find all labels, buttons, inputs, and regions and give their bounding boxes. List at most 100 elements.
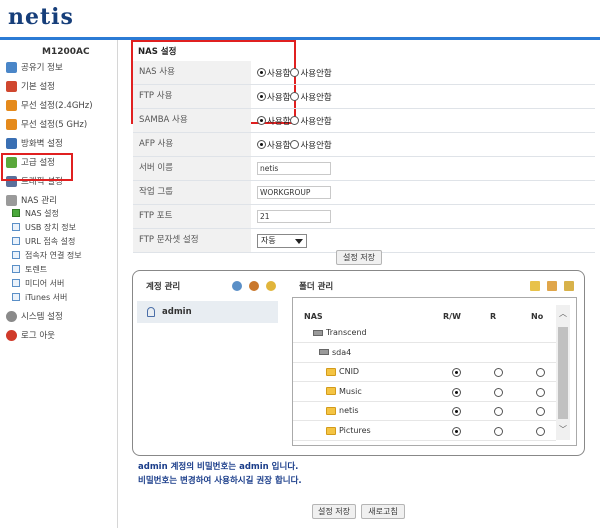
basic-settings-icon xyxy=(6,80,17,92)
account-name: admin xyxy=(162,307,192,317)
sidebar-subitem-0[interactable]: NAS 설정 xyxy=(12,207,59,219)
row-workgroup: 작업 그룹 WORKGROUP xyxy=(133,181,595,205)
scroll-thumb[interactable] xyxy=(558,327,568,419)
col-rw: R/W xyxy=(443,312,461,321)
radio-off[interactable] xyxy=(290,68,300,77)
sidebar-subitem-label: 미디어 서버 xyxy=(25,278,65,288)
radio-off[interactable] xyxy=(290,140,300,149)
row-label: SAMBA 사용 xyxy=(133,109,251,132)
folder-icon xyxy=(326,426,336,435)
page-icon xyxy=(12,223,20,231)
row-label: AFP 사용 xyxy=(133,133,251,156)
radio-on[interactable] xyxy=(257,68,266,77)
delete-folder-icon[interactable] xyxy=(547,281,557,291)
folder-name[interactable]: netis xyxy=(326,406,359,415)
wifi-icon xyxy=(6,99,17,111)
sidebar-subitem-2[interactable]: URL 접속 설정 xyxy=(12,235,75,247)
row-label: 작업 그룹 xyxy=(133,181,251,204)
user-icon xyxy=(147,307,155,317)
radio-off-label: 사용안함 xyxy=(300,92,332,103)
row-samba-enable: SAMBA 사용 사용함 사용안함 xyxy=(133,109,595,133)
folder-label: netis xyxy=(339,406,359,416)
page-icon xyxy=(12,279,20,287)
wifi-icon xyxy=(6,118,17,130)
add-user-icon[interactable] xyxy=(232,281,242,291)
footer-save-button[interactable]: 설정 저장 xyxy=(312,504,356,519)
radio-off-label: 사용안함 xyxy=(300,140,332,151)
model-name: M1200AC xyxy=(42,47,90,57)
password-note-1: admin 계정의 비밀번호는 admin 입니다. xyxy=(138,462,299,472)
radio-on-label: 사용함 xyxy=(267,140,291,151)
radio-on[interactable] xyxy=(257,116,266,125)
radio-off-label: 사용안함 xyxy=(300,68,332,79)
refresh-button[interactable]: 새로고침 xyxy=(361,504,405,519)
scroll-up-icon[interactable]: ︿ xyxy=(559,308,567,319)
col-nas: NAS xyxy=(304,312,323,321)
account-title: 계정 관리 xyxy=(146,282,181,292)
sidebar-item-1[interactable]: 기본 설정 xyxy=(6,79,55,93)
radio-on-label: 사용함 xyxy=(267,68,291,79)
sidebar-subitem-6[interactable]: iTunes 서버 xyxy=(12,291,67,303)
folder-name[interactable]: Transcend xyxy=(313,328,367,337)
sidebar-subitem-label: USB 장치 정보 xyxy=(25,222,76,232)
sidebar-item-label: 시스템 설정 xyxy=(21,312,63,322)
sidebar-bottom-item-1[interactable]: 로그 아웃 xyxy=(6,328,55,342)
folder-scrollbar[interactable]: ︿ ﹀ xyxy=(556,305,570,440)
scroll-down-icon[interactable]: ﹀ xyxy=(559,424,567,435)
sidebar-subitem-1[interactable]: USB 장치 정보 xyxy=(12,221,76,233)
sidebar-item-label: 기본 설정 xyxy=(21,82,55,92)
sidebar-bottom-item-0[interactable]: 시스템 설정 xyxy=(6,309,63,323)
radio-on[interactable] xyxy=(257,140,266,149)
row-ftp-enable: FTP 사용 사용함 사용안함 xyxy=(133,85,595,109)
perm-no-radio[interactable] xyxy=(536,387,545,397)
ftp-port-input[interactable]: 21 xyxy=(257,210,331,223)
row-label: FTP 사용 xyxy=(133,85,251,108)
radio-off[interactable] xyxy=(290,92,300,101)
sidebar-subitem-5[interactable]: 미디어 서버 xyxy=(12,277,64,289)
page-icon xyxy=(12,237,20,245)
add-folder-icon[interactable] xyxy=(530,281,540,291)
sidebar-item-0[interactable]: 공유기 정보 xyxy=(6,60,63,74)
firewall-icon xyxy=(6,137,17,149)
radio-off[interactable] xyxy=(290,116,300,125)
delete-user-icon[interactable] xyxy=(249,281,259,291)
page-icon xyxy=(12,251,20,259)
folder-name[interactable]: Pictures xyxy=(326,426,371,435)
row-label: FTP 포트 xyxy=(133,205,251,228)
radio-on[interactable] xyxy=(257,92,266,101)
sidebar-item-4[interactable]: 방화벽 설정 xyxy=(6,136,63,150)
sidebar-subitem-3[interactable]: 접속자 연결 정보 xyxy=(12,249,82,261)
sidebar-item-label: 무선 설정(2.4GHz) xyxy=(21,101,93,111)
sidebar-subitem-label: 토렌트 xyxy=(25,264,48,274)
row-server-name: 서버 이름 netis xyxy=(133,157,595,181)
row-nas-enable: NAS 사용 사용함 사용안함 xyxy=(133,61,595,85)
account-item[interactable]: admin xyxy=(137,301,278,323)
page-icon xyxy=(12,265,20,273)
charset-select[interactable]: 자동 xyxy=(257,233,307,248)
perm-r-radio[interactable] xyxy=(494,387,503,397)
save-settings-button[interactable]: 설정 저장 xyxy=(336,250,382,265)
password-note-2: 비밀번호는 변경하여 사용하시길 권장 합니다. xyxy=(138,476,302,486)
perm-rw-radio[interactable] xyxy=(452,427,461,436)
row-afp-enable: AFP 사용 사용함 사용안함 xyxy=(133,133,595,157)
brand-logo: netis xyxy=(8,4,74,30)
perm-no-radio[interactable] xyxy=(536,427,545,436)
radio-on-label: 사용함 xyxy=(267,92,291,103)
perm-rw-radio[interactable] xyxy=(452,387,461,397)
sidebar-subitem-4[interactable]: 토렌트 xyxy=(12,263,47,275)
sidebar-item-7[interactable]: NAS 관리 xyxy=(6,193,57,207)
folder-name[interactable]: CNID xyxy=(326,367,359,376)
workgroup-input[interactable]: WORKGROUP xyxy=(257,186,331,199)
folder-name[interactable]: Music xyxy=(326,387,362,396)
sidebar-item-label: 무선 설정(5 GHz) xyxy=(21,120,88,130)
sidebar-item-2[interactable]: 무선 설정(2.4GHz) xyxy=(6,98,93,112)
perm-r-radio[interactable] xyxy=(494,427,503,436)
edit-user-icon[interactable] xyxy=(266,281,276,291)
sidebar-item-3[interactable]: 무선 설정(5 GHz) xyxy=(6,117,87,131)
col-no: No xyxy=(531,312,544,321)
folder-label: Transcend xyxy=(326,328,367,337)
edit-folder-icon[interactable] xyxy=(564,281,574,291)
server-name-input[interactable]: netis xyxy=(257,162,331,175)
row-label: 서버 이름 xyxy=(133,157,251,180)
folder-name[interactable]: sda4 xyxy=(319,348,351,357)
